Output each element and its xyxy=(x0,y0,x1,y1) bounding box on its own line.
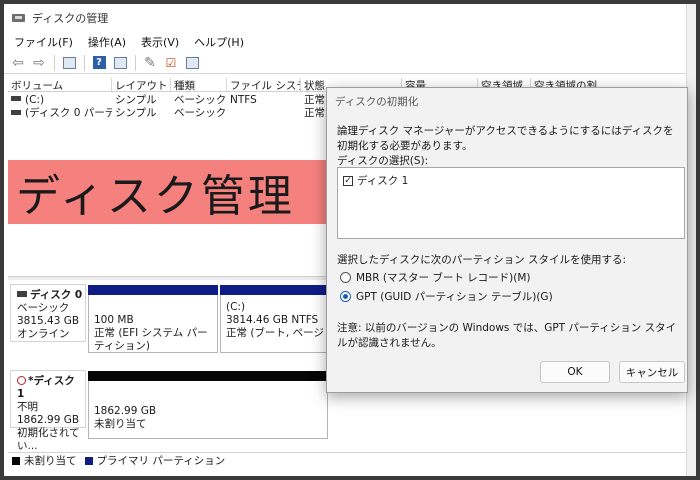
back-arrow-icon[interactable]: ⇦ xyxy=(10,55,26,71)
list-icon[interactable] xyxy=(112,55,128,71)
volume-name-cell: (ディスク 0 パーティショ... xyxy=(8,105,112,120)
banner-text: ディスク管理 xyxy=(16,171,295,222)
volume-name-cell: (C:) xyxy=(8,94,112,106)
partition-bar xyxy=(220,285,328,295)
initialize-disk-dialog: ディスクの初期化 論理ディスク マネージャーがアクセスできるようにするにはディス… xyxy=(326,87,688,393)
disk-kind: ベーシック xyxy=(17,302,70,314)
partition-status: 正常 (EFI システム パーティション) xyxy=(94,327,208,352)
legend-swatch xyxy=(84,456,93,465)
disk-size: 3815.43 GB xyxy=(17,315,80,327)
disk-error-icon xyxy=(17,375,26,385)
column-type[interactable]: 種類 xyxy=(171,78,227,91)
partition-efi[interactable]: 100 MB 正常 (EFI システム パーティション) xyxy=(88,285,218,353)
type-cell: ベーシック xyxy=(174,107,227,119)
settings-icon[interactable] xyxy=(184,55,200,71)
disk-label-1[interactable]: *ディスク 1 不明 1862.99 GB 初期化されてい... xyxy=(10,370,86,452)
disk-list-label: ディスク 1 xyxy=(357,175,409,187)
mbr-radio[interactable] xyxy=(340,272,351,283)
gpt-label: GPT (GUID パーティション テーブル)(G) xyxy=(356,291,553,303)
toolbar-separator xyxy=(54,54,55,71)
gpt-radio[interactable] xyxy=(340,291,351,302)
column-filesystem[interactable]: ファイル システム xyxy=(227,78,301,91)
volume-icon xyxy=(11,109,21,115)
ok-button[interactable]: OK xyxy=(540,361,610,383)
disk-label-0[interactable]: ディスク 0 ベーシック 3815.43 GB オンライン xyxy=(10,284,86,342)
mbr-option[interactable]: MBR (マスター ブート レコード)(M) xyxy=(340,270,531,285)
disk-name: ディスク 0 xyxy=(30,289,83,301)
partition-bar xyxy=(88,285,218,295)
title-banner: ディスク管理 xyxy=(8,160,326,224)
dialog-title: ディスクの初期化 xyxy=(335,96,419,108)
toolbar: ⇦ ⇨ ? ✎ ☑ xyxy=(4,52,686,74)
layout-cell: シンプル xyxy=(115,107,157,119)
disk-select-label: ディスクの選択(S): xyxy=(337,155,429,167)
cancel-button[interactable]: キャンセル xyxy=(619,361,685,383)
disk-list-item[interactable]: ✓ ディスク 1 xyxy=(343,173,684,188)
menu-file[interactable]: ファイル(F) xyxy=(14,34,73,50)
partition-size: 100 MB xyxy=(94,314,134,326)
menu-action[interactable]: 操作(A) xyxy=(88,34,126,50)
disk-select-list[interactable]: ✓ ディスク 1 xyxy=(337,167,685,239)
partition-title: (C:) xyxy=(226,301,246,313)
menu-view[interactable]: 表示(V) xyxy=(141,34,179,50)
dialog-message: 論理ディスク マネージャーがアクセスできるようにするにはディスクを初期化する必要… xyxy=(337,125,674,152)
partition-unallocated[interactable]: 1862.99 GB 未割り当て xyxy=(88,371,328,439)
toolbar-separator xyxy=(135,54,136,71)
disk-management-app-icon xyxy=(12,12,26,24)
partition-c[interactable]: (C:) 3814.46 GB NTFS 正常 (ブート, ページ ファイ xyxy=(220,285,328,353)
partition-style-label: 選択したディスクに次のパーティション スタイルを使用する: xyxy=(337,254,627,266)
legend-swatch xyxy=(12,456,20,465)
column-volume[interactable]: ボリューム xyxy=(8,78,112,91)
gpt-option[interactable]: GPT (GUID パーティション テーブル)(G) xyxy=(340,289,553,304)
partition-status: 正常 (ブート, ページ ファイ xyxy=(226,327,327,339)
toolbar-separator xyxy=(84,54,85,71)
partition-size: 1862.99 GB xyxy=(94,405,157,417)
partition-bar xyxy=(88,371,328,381)
compatibility-note: 注意: 以前のバージョンの Windows では、GPT パーティション スタイ… xyxy=(337,322,677,349)
column-layout[interactable]: レイアウト xyxy=(112,78,171,91)
check-icon[interactable]: ☑ xyxy=(163,55,179,71)
legend: 未割り当て プライマリ パーティション xyxy=(8,452,694,468)
connect-icon[interactable]: ✎ xyxy=(142,55,158,71)
disk-size: 1862.99 GB xyxy=(17,414,80,426)
filesystem-cell: NTFS xyxy=(230,93,257,106)
title-bar: ディスクの管理 xyxy=(4,4,686,32)
disk-kind: 不明 xyxy=(17,401,38,413)
disk-state: オンライン xyxy=(17,328,70,340)
partition-size: 3814.46 GB NTFS xyxy=(226,314,319,326)
menu-bar: ファイル(F) 操作(A) 表示(V) ヘルプ(H) xyxy=(4,33,686,51)
volume-icon xyxy=(11,96,21,101)
forward-arrow-icon[interactable]: ⇨ xyxy=(31,55,47,71)
partition-status: 未割り当て xyxy=(94,418,147,430)
disk-state: 初期化されてい... xyxy=(17,427,80,452)
mbr-label: MBR (マスター ブート レコード)(M) xyxy=(356,272,531,284)
legend-unallocated: 未割り当て xyxy=(12,453,77,468)
window-title: ディスクの管理 xyxy=(32,12,109,25)
disk-checkbox[interactable]: ✓ xyxy=(343,175,353,186)
disk-icon xyxy=(17,291,27,297)
properties-icon[interactable] xyxy=(61,55,77,71)
legend-primary: プライマリ パーティション xyxy=(84,453,225,468)
menu-help[interactable]: ヘルプ(H) xyxy=(194,34,244,50)
help-icon[interactable]: ? xyxy=(91,55,107,71)
